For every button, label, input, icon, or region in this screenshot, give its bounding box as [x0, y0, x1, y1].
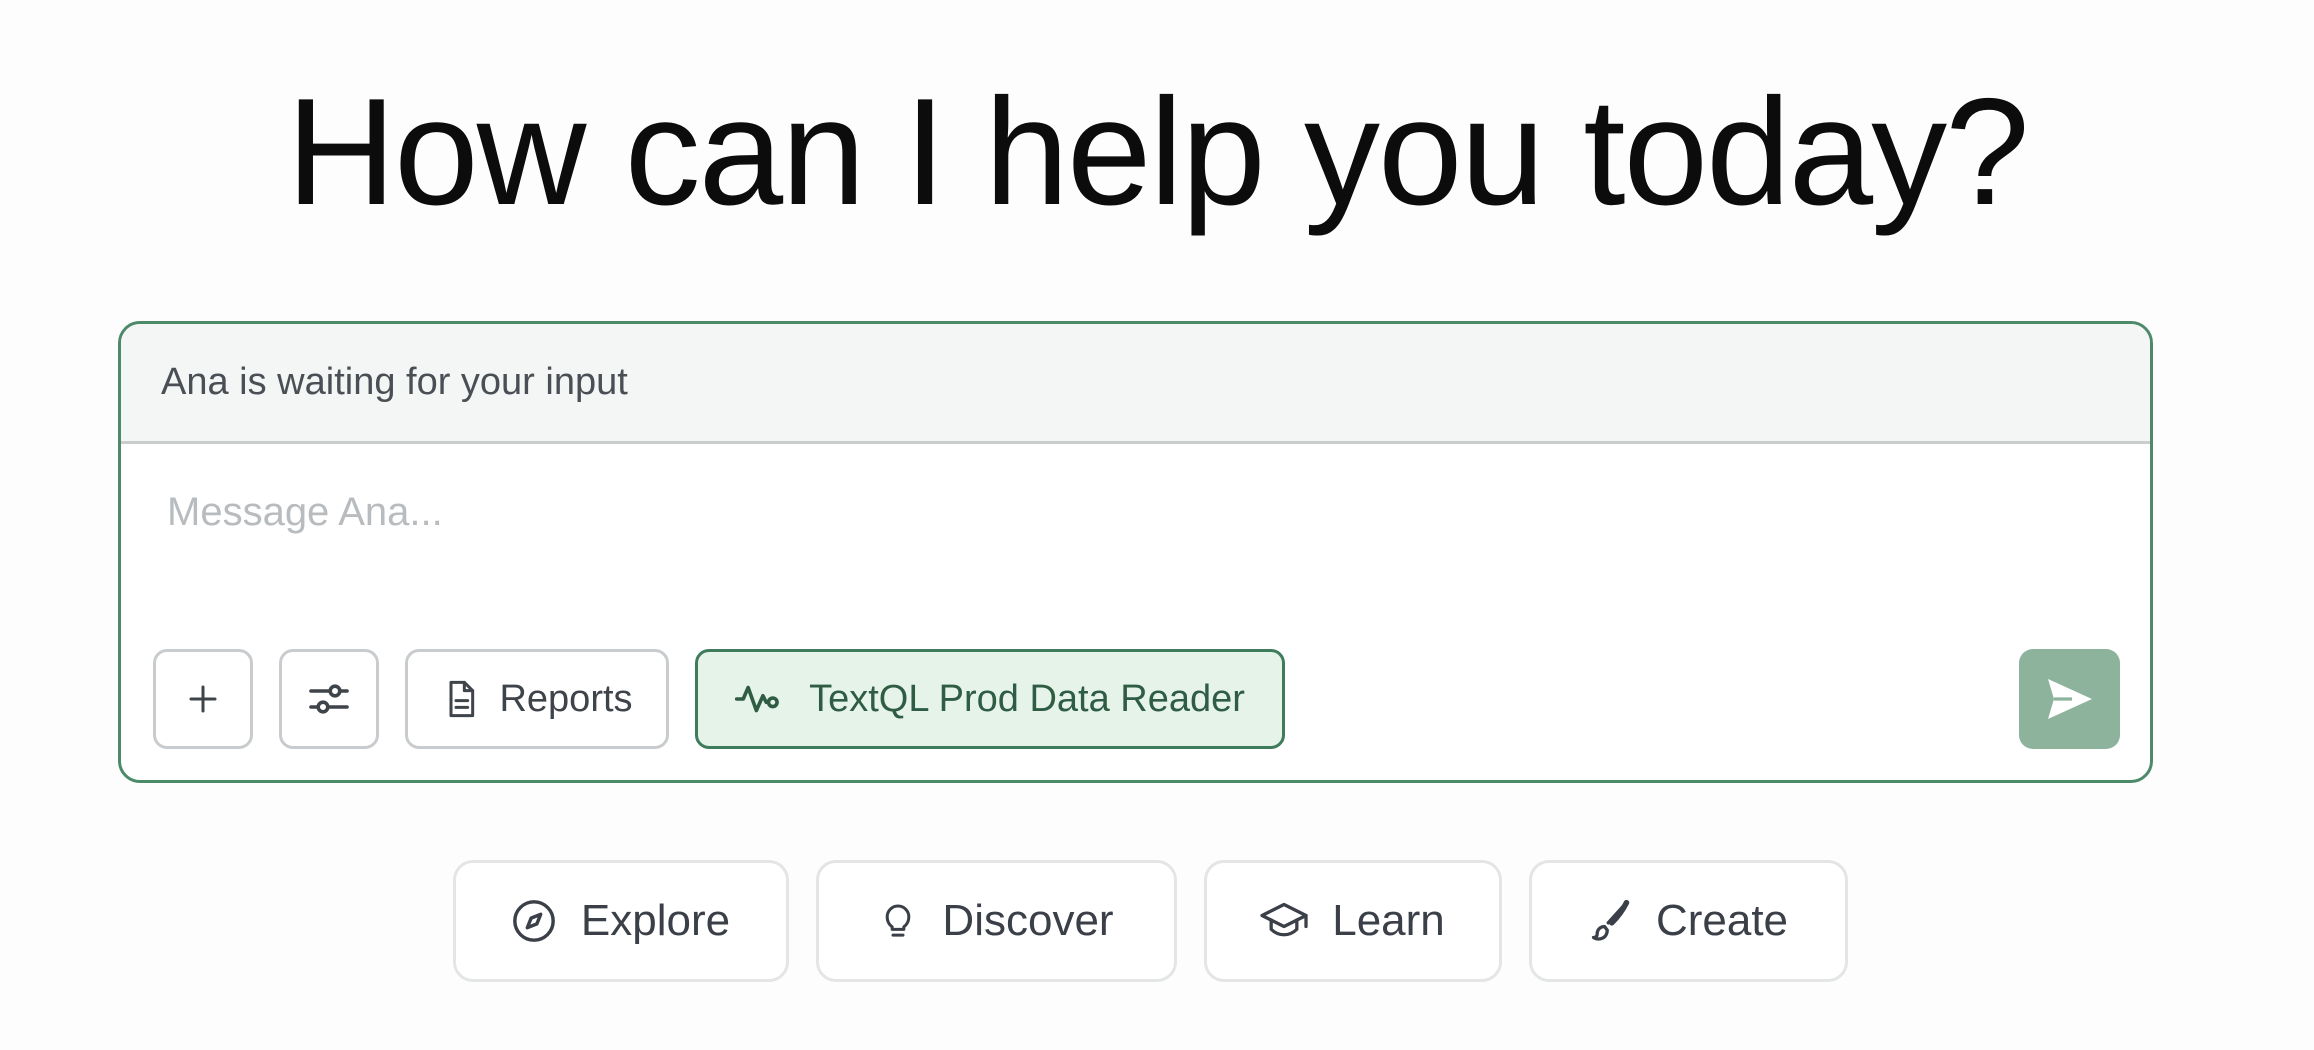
explore-button[interactable]: Explore	[452, 860, 789, 982]
chat-composer: Ana is waiting for your input Message An…	[118, 321, 2153, 783]
message-input[interactable]	[161, 482, 2073, 542]
create-button[interactable]: Create	[1528, 860, 1848, 982]
settings-button[interactable]	[279, 649, 379, 749]
plus-icon	[185, 681, 221, 717]
status-bar: Ana is waiting for your input	[121, 324, 2150, 444]
discover-button[interactable]: Discover	[815, 860, 1177, 982]
create-label: Create	[1655, 896, 1789, 945]
learn-button[interactable]: Learn	[1203, 860, 1502, 982]
activity-icon	[735, 679, 781, 719]
learn-label: Learn	[1332, 896, 1445, 945]
send-icon	[2046, 677, 2094, 721]
send-button[interactable]	[2019, 649, 2120, 749]
connector-button[interactable]: TextQL Prod Data Reader	[695, 649, 1285, 749]
page-title: How can I help you today?	[286, 67, 2029, 237]
suggestion-chips: Explore Discover Learn Create	[0, 860, 2314, 982]
connector-label: TextQL Prod Data Reader	[809, 677, 1245, 720]
document-icon	[441, 677, 481, 721]
composer-toolbar: Reports TextQL Prod Data Reader	[153, 649, 1285, 749]
compass-icon	[511, 898, 557, 944]
lightbulb-icon	[878, 898, 918, 944]
reports-label: Reports	[499, 677, 633, 720]
page: How can I help you today? Ana is waiting…	[0, 0, 2314, 1050]
reports-button[interactable]: Reports	[405, 649, 669, 749]
explore-label: Explore	[580, 896, 731, 945]
graduation-cap-icon	[1260, 899, 1308, 943]
status-text: Ana is waiting for your input	[161, 361, 628, 403]
discover-label: Discover	[942, 896, 1114, 945]
paintbrush-icon	[1588, 899, 1632, 943]
add-button[interactable]	[153, 649, 253, 749]
sliders-icon	[305, 675, 353, 723]
